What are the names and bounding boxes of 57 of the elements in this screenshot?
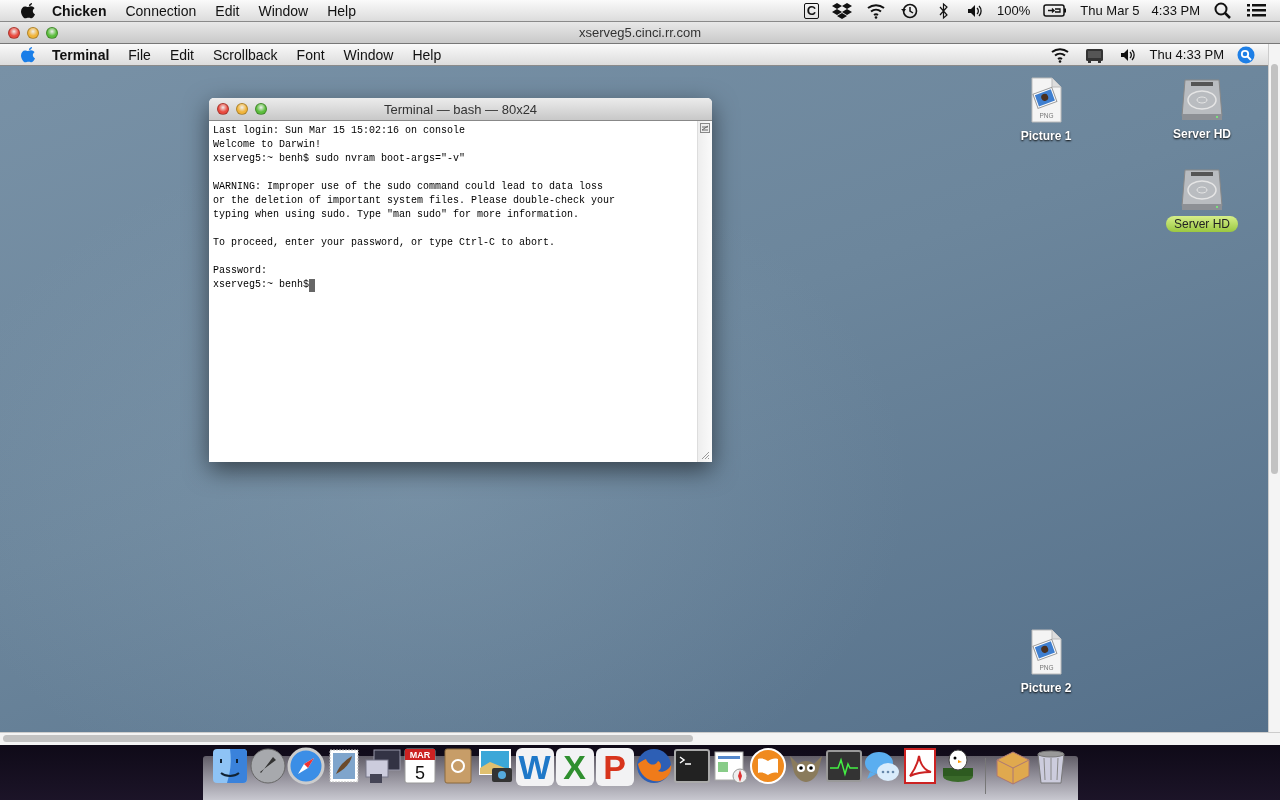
horizontal-scrollbar[interactable] <box>0 732 1280 745</box>
status-text: Thu 4:33 PM <box>1149 47 1224 62</box>
terminal-line: Welcome to Darwin! <box>213 138 322 152</box>
menu-item[interactable]: Edit <box>215 2 240 19</box>
close-button[interactable] <box>8 26 20 39</box>
terminal-line: To proceed, enter your password, or type Ctrl-C to abort. <box>213 236 556 250</box>
hard-disk-icon[interactable] <box>1179 76 1225 122</box>
app-letter-icon[interactable]: P <box>595 748 634 786</box>
dropbox-icon[interactable] <box>832 1 853 20</box>
menu-item[interactable]: Terminal <box>52 46 110 63</box>
menu-item[interactable]: Chicken <box>52 2 107 19</box>
window-title: xserveg5.cinci.rr.com <box>577 25 703 40</box>
rocket-icon[interactable] <box>247 746 288 786</box>
close-button[interactable] <box>217 103 229 115</box>
wifi-icon[interactable] <box>866 1 887 20</box>
terminal-line: Last login: Sun Mar 15 15:02:16 on console <box>213 124 466 138</box>
terminal-line: typing when using sudo. Type "man sudo" for more information. <box>213 208 580 222</box>
status-text: Thu Mar 5 <box>1080 3 1140 18</box>
icon-label[interactable]: Picture 2 <box>1012 680 1080 696</box>
app-letter-icon[interactable]: W <box>515 748 554 786</box>
terminal-line: xserveg5:~ benh$ <box>213 278 309 292</box>
split-pane-icon[interactable] <box>700 123 710 133</box>
menu-item[interactable]: Help <box>327 2 356 19</box>
vertical-scrollbar[interactable] <box>1268 44 1280 732</box>
terminal-scrollbar[interactable] <box>697 121 712 462</box>
search-icon[interactable] <box>1213 1 1232 20</box>
terminal-line: xserveg5:~ benh$ sudo nvram boot-args="-v" <box>213 152 466 166</box>
hard-disk-icon[interactable] <box>1179 166 1225 212</box>
icon-label[interactable]: Server HD <box>1166 216 1238 232</box>
apple-menu-icon[interactable] <box>20 1 38 20</box>
zoom-button[interactable] <box>46 26 58 39</box>
compass-icon[interactable] <box>285 746 326 786</box>
menu-item[interactable]: File <box>128 46 151 63</box>
menu-item[interactable]: Edit <box>169 46 194 63</box>
menu-item[interactable]: Help <box>412 46 442 63</box>
book-icon[interactable] <box>747 746 788 786</box>
icon-label[interactable]: Picture 1 <box>1012 128 1080 144</box>
wifi-icon[interactable] <box>1049 45 1070 64</box>
status-text: 4:33 PM <box>1151 3 1200 18</box>
status-icon[interactable]: C <box>803 2 820 19</box>
menu-item[interactable]: Window <box>343 46 394 63</box>
zoom-button[interactable] <box>255 103 267 115</box>
window-title: Terminal — bash — 80x24 <box>382 101 539 117</box>
icon-label[interactable]: Server HD <box>1165 126 1239 142</box>
resize-grip-icon[interactable] <box>700 450 710 460</box>
terminal-line: or the deletion of important system files. Please double-check your <box>213 194 616 208</box>
app-letter-icon[interactable]: X <box>555 748 594 786</box>
terminal-line: WARNING: Improper use of the sudo command could lead to data loss <box>213 180 604 194</box>
menu-item[interactable]: Font <box>296 46 325 63</box>
terminal-icon[interactable] <box>671 746 712 786</box>
terminal-line: Password: <box>213 264 267 278</box>
status-text: 100% <box>997 3 1031 18</box>
menu-item[interactable]: Window <box>258 2 309 19</box>
battery-icon[interactable] <box>1043 1 1068 20</box>
menu-item[interactable]: Connection <box>125 2 197 19</box>
list-icon[interactable] <box>1246 1 1267 20</box>
menu-item[interactable]: Scrollback <box>213 46 278 63</box>
